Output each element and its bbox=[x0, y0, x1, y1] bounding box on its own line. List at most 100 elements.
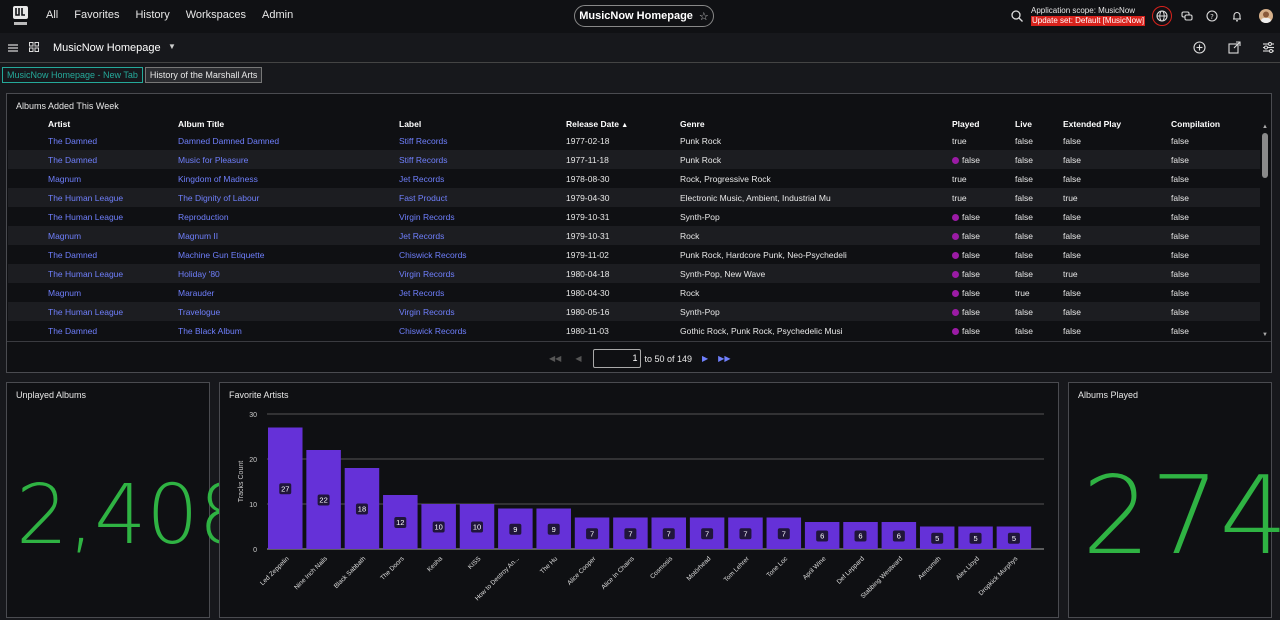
table-row[interactable]: The Human League Holiday '80 Virgin Record… bbox=[8, 264, 1260, 283]
scrollbar-thumb[interactable] bbox=[1262, 133, 1268, 178]
albums-played-count[interactable]: 274 bbox=[1082, 463, 1280, 571]
application-scope-info[interactable]: Application scope: MusicNow Update set: … bbox=[1031, 6, 1146, 26]
tab-musicnow-homepage[interactable]: MusicNow Homepage - New Tab bbox=[2, 67, 143, 83]
menu-history[interactable]: History bbox=[135, 9, 169, 21]
label-link[interactable]: Fast Product bbox=[399, 193, 447, 203]
table-scrollbar[interactable]: ▲ ▼ bbox=[1262, 124, 1268, 341]
artist-link[interactable]: The Human League bbox=[48, 307, 123, 317]
star-icon[interactable]: ☆ bbox=[699, 10, 709, 23]
album-title-link[interactable]: Marauder bbox=[178, 288, 214, 298]
table-row[interactable]: The Damned Damned Damned Damned Stiff Reco… bbox=[8, 131, 1260, 150]
next-page-icon[interactable]: ▶ bbox=[702, 354, 708, 363]
album-title-link[interactable]: The Black Album bbox=[178, 326, 242, 336]
menu-admin[interactable]: Admin bbox=[262, 9, 293, 21]
album-title-cell: Travelogue bbox=[178, 302, 399, 321]
bar-data-label: 7 bbox=[782, 529, 786, 538]
hamburger-icon[interactable] bbox=[8, 44, 18, 52]
artist-link[interactable]: Magnum bbox=[48, 231, 81, 241]
table-row[interactable]: Magnum Marauder Jet Records 1980-04-30 Rock f… bbox=[8, 283, 1260, 302]
label-link[interactable]: Jet Records bbox=[399, 174, 444, 184]
label-link[interactable]: Jet Records bbox=[399, 288, 444, 298]
column-header-played[interactable]: Played bbox=[952, 116, 1015, 131]
artist-link[interactable]: The Damned bbox=[48, 326, 97, 336]
column-header-label[interactable]: Label bbox=[399, 116, 566, 131]
artist-link[interactable]: The Damned bbox=[48, 250, 97, 260]
bar-data-label: 7 bbox=[628, 529, 632, 538]
unplayed-albums-count[interactable]: 2,408 bbox=[16, 475, 251, 557]
label-link[interactable]: Chiswick Records bbox=[399, 250, 467, 260]
artist-link[interactable]: The Human League bbox=[48, 193, 123, 203]
album-title-link[interactable]: Music for Pleasure bbox=[178, 155, 248, 165]
artist-link[interactable]: The Damned bbox=[48, 136, 97, 146]
chevron-down-icon[interactable]: ▼ bbox=[168, 42, 176, 51]
label-cell: Chiswick Records bbox=[399, 245, 566, 264]
column-header-extended-play[interactable]: Extended Play bbox=[1063, 116, 1171, 131]
artist-link[interactable]: Magnum bbox=[48, 288, 81, 298]
previous-page-icon[interactable]: ◀ bbox=[575, 354, 581, 363]
album-title-link[interactable]: The Dignity of Labour bbox=[178, 193, 259, 203]
table-row[interactable]: Magnum Kingdom of Madness Jet Records 1978-… bbox=[8, 169, 1260, 188]
menu-favorites[interactable]: Favorites bbox=[74, 9, 119, 21]
dashboard-title[interactable]: MusicNow Homepage bbox=[53, 42, 161, 54]
column-header-genre[interactable]: Genre bbox=[680, 116, 952, 131]
album-title-link[interactable]: Magnum II bbox=[178, 231, 218, 241]
search-icon[interactable] bbox=[1010, 9, 1024, 23]
menu-workspaces[interactable]: Workspaces bbox=[186, 9, 246, 21]
help-icon[interactable]: ? bbox=[1205, 9, 1219, 23]
played-value: false bbox=[962, 325, 980, 336]
tab-history-marshall-arts[interactable]: History of the Marshall Arts bbox=[144, 67, 263, 83]
album-title-link[interactable]: Holiday '80 bbox=[178, 269, 220, 279]
table-row[interactable]: The Human League Travelogue Virgin Records… bbox=[8, 302, 1260, 321]
table-row[interactable]: Magnum Magnum II Jet Records 1979-10-31 Rock… bbox=[8, 226, 1260, 245]
artist-link[interactable]: The Damned bbox=[48, 155, 97, 165]
user-avatar[interactable] bbox=[1259, 9, 1273, 23]
chat-icon[interactable] bbox=[1180, 9, 1194, 23]
column-header-album-title[interactable]: Album Title bbox=[178, 116, 399, 131]
scroll-down-arrow-icon[interactable]: ▼ bbox=[1262, 332, 1268, 338]
album-title-link[interactable]: Travelogue bbox=[178, 307, 220, 317]
album-title-link[interactable]: Machine Gun Etiquette bbox=[178, 250, 264, 260]
globe-icon bbox=[1156, 10, 1168, 22]
page-title-pill[interactable]: MusicNow Homepage ☆ bbox=[574, 5, 714, 27]
label-cell: Virgin Records bbox=[399, 207, 566, 226]
live-cell: false bbox=[1015, 173, 1033, 184]
artist-link[interactable]: The Human League bbox=[48, 212, 123, 222]
column-header-artist[interactable]: Artist bbox=[48, 116, 178, 131]
label-link[interactable]: Stiff Records bbox=[399, 155, 448, 165]
album-title-link[interactable]: Kingdom of Madness bbox=[178, 174, 258, 184]
column-header-compilation[interactable]: Compilation bbox=[1171, 116, 1260, 131]
table-row[interactable]: The Human League Reproduction Virgin Recor… bbox=[8, 207, 1260, 226]
artist-cell: The Human League bbox=[48, 188, 178, 207]
artist-link[interactable]: Magnum bbox=[48, 174, 81, 184]
column-header-release-date[interactable]: Release Date ▲ bbox=[566, 116, 680, 131]
servicenow-logo-icon[interactable] bbox=[12, 5, 29, 27]
bar-data-label: 6 bbox=[858, 532, 862, 541]
add-icon[interactable] bbox=[1193, 41, 1206, 54]
menu-all[interactable]: All bbox=[46, 9, 58, 21]
label-link[interactable]: Jet Records bbox=[399, 231, 444, 241]
table-row[interactable]: The Damned The Black Album Chiswick Record… bbox=[8, 321, 1260, 340]
table-row[interactable]: The Damned Music for Pleasure Stiff Record… bbox=[8, 150, 1260, 169]
table-row[interactable]: The Human League The Dignity of Labour Fas… bbox=[8, 188, 1260, 207]
label-link[interactable]: Chiswick Records bbox=[399, 326, 467, 336]
column-header-live[interactable]: Live bbox=[1015, 116, 1063, 131]
page-number-input[interactable]: 1 bbox=[593, 349, 642, 368]
label-link[interactable]: Virgin Records bbox=[399, 307, 455, 317]
scroll-up-arrow-icon[interactable]: ▲ bbox=[1262, 124, 1268, 130]
table-row[interactable]: The Damned Machine Gun Etiquette Chiswick … bbox=[8, 245, 1260, 264]
release-date-cell: 1977-11-18 bbox=[566, 150, 680, 169]
bell-icon[interactable] bbox=[1230, 9, 1244, 23]
share-icon[interactable] bbox=[1228, 41, 1241, 54]
first-page-icon[interactable]: ◀◀ bbox=[549, 354, 561, 363]
album-title-link[interactable]: Reproduction bbox=[178, 212, 229, 222]
grid-icon[interactable] bbox=[29, 42, 39, 52]
last-page-icon[interactable]: ▶▶ bbox=[718, 354, 730, 363]
artist-link[interactable]: The Human League bbox=[48, 269, 123, 279]
album-title-cell: Damned Damned Damned bbox=[178, 131, 399, 150]
release-date-cell: 1977-02-18 bbox=[566, 135, 610, 146]
label-link[interactable]: Stiff Records bbox=[399, 136, 448, 146]
settings-sliders-icon[interactable] bbox=[1262, 41, 1275, 54]
label-link[interactable]: Virgin Records bbox=[399, 212, 455, 222]
album-title-link[interactable]: Damned Damned Damned bbox=[178, 136, 279, 146]
label-link[interactable]: Virgin Records bbox=[399, 269, 455, 279]
